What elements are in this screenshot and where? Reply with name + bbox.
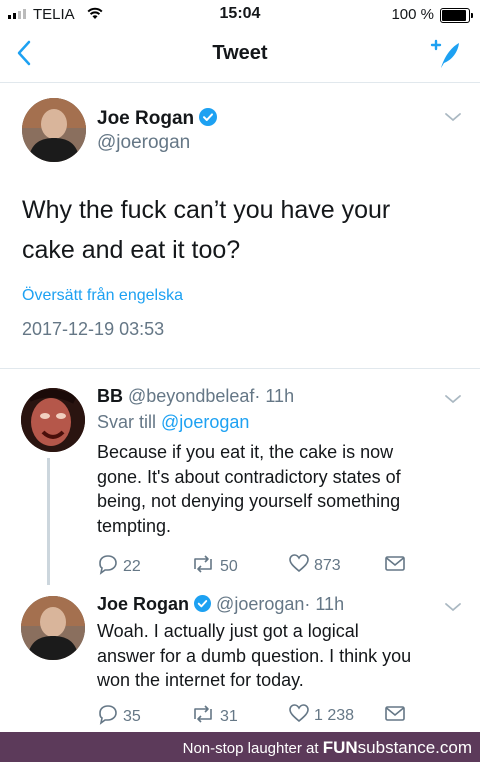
reply-text-line: Woah. I actually just got a logical: [97, 621, 359, 641]
reply-author-name[interactable]: BB: [97, 386, 123, 406]
like-button[interactable]: 1 238: [288, 703, 354, 728]
reply-to-link[interactable]: @joerogan: [161, 412, 249, 432]
reply-text-line: won the internet for today.: [97, 670, 304, 690]
verified-badge-icon: [194, 595, 212, 617]
author-handle[interactable]: @joerogan: [97, 132, 190, 154]
reply-text: Because if you eat it, the cake is now g…: [97, 440, 467, 538]
comment-icon: [97, 553, 119, 580]
reply-time: · 11h: [254, 386, 295, 406]
tweet-text: Why the fuck can’t you have your cake an…: [22, 190, 462, 270]
avatar[interactable]: [21, 388, 85, 452]
reply-count: 22: [123, 557, 141, 575]
reply-header: Joe Rogan @joerogan· 11h: [97, 594, 344, 617]
reply-text-line: Because if you eat it, the cake is now: [97, 442, 394, 462]
author-name[interactable]: Joe Rogan: [97, 108, 218, 132]
reply-author-handle[interactable]: @beyondbeleaf: [128, 386, 254, 406]
direct-message-button[interactable]: [384, 703, 406, 728]
reply-author-handle[interactable]: @joerogan: [216, 594, 304, 614]
retweet-icon: [190, 703, 216, 730]
reply-count: 35: [123, 707, 141, 725]
reply-context: Svar till @joerogan: [97, 412, 249, 433]
retweet-count: 31: [220, 707, 238, 725]
battery-percent: 100 %: [391, 6, 434, 23]
reply-header: BB @beyondbeleaf· 11h: [97, 386, 294, 407]
chevron-down-icon[interactable]: [444, 110, 462, 128]
compose-tweet-icon[interactable]: [428, 38, 462, 77]
reply-time: · 11h: [304, 594, 345, 614]
like-count: 1 238: [314, 706, 355, 724]
nav-bar: Tweet: [0, 30, 480, 83]
tweet-text-line: Why the fuck can’t you have your: [22, 196, 391, 224]
chevron-down-icon[interactable]: [444, 600, 462, 618]
watermark-tagline: Non-stop laughter at: [182, 740, 319, 757]
divider: [0, 368, 480, 369]
reply-author-name[interactable]: Joe Rogan: [97, 594, 189, 614]
retweet-count: 50: [220, 557, 238, 575]
watermark-banner: Non-stop laughter at FUNsubstance.com: [0, 732, 480, 762]
tweet-text-line: cake and eat it too?: [22, 236, 241, 264]
status-bar: TELIA 15:04 100 %: [0, 0, 480, 30]
like-button[interactable]: 873: [288, 553, 341, 578]
chevron-down-icon[interactable]: [444, 392, 462, 410]
comment-icon: [97, 703, 119, 730]
watermark-brand-suffix: .com: [435, 738, 472, 757]
watermark-text: Non-stop laughter at FUNsubstance.com: [183, 738, 472, 758]
heart-icon: [288, 703, 310, 728]
page-title: Tweet: [212, 42, 268, 64]
envelope-icon: [384, 703, 406, 728]
reply-to-prefix: Svar till: [97, 412, 157, 432]
verified-badge-icon: [199, 108, 218, 132]
reply-text-line: gone. It's about contradictory states of: [97, 466, 401, 487]
battery-icon: [440, 8, 473, 23]
retweet-icon: [190, 553, 216, 580]
heart-icon: [288, 553, 310, 578]
retweet-button[interactable]: 50: [190, 553, 238, 580]
watermark-brand-bold: FUN: [322, 738, 358, 757]
reply-text: Woah. I actually just got a logical answ…: [97, 619, 467, 693]
thread-line: [47, 458, 50, 585]
reply-text-line: answer for a dumb question. I think you: [97, 645, 412, 666]
reply-button[interactable]: 35: [97, 703, 141, 730]
envelope-icon: [384, 553, 406, 578]
avatar[interactable]: [22, 98, 86, 162]
avatar[interactable]: [21, 596, 85, 660]
reply-text-line: being, not denying yourself something: [97, 491, 401, 511]
like-count: 873: [314, 556, 341, 574]
reply-text-line: tempting.: [97, 515, 172, 536]
tweet-timestamp[interactable]: 2017-12-19 03:53: [22, 319, 164, 340]
retweet-button[interactable]: 31: [190, 703, 238, 730]
translate-link[interactable]: Översätt från engelska: [22, 287, 183, 305]
reply-button[interactable]: 22: [97, 553, 141, 580]
direct-message-button[interactable]: [384, 553, 406, 578]
watermark-brand-light: substance: [357, 738, 436, 757]
